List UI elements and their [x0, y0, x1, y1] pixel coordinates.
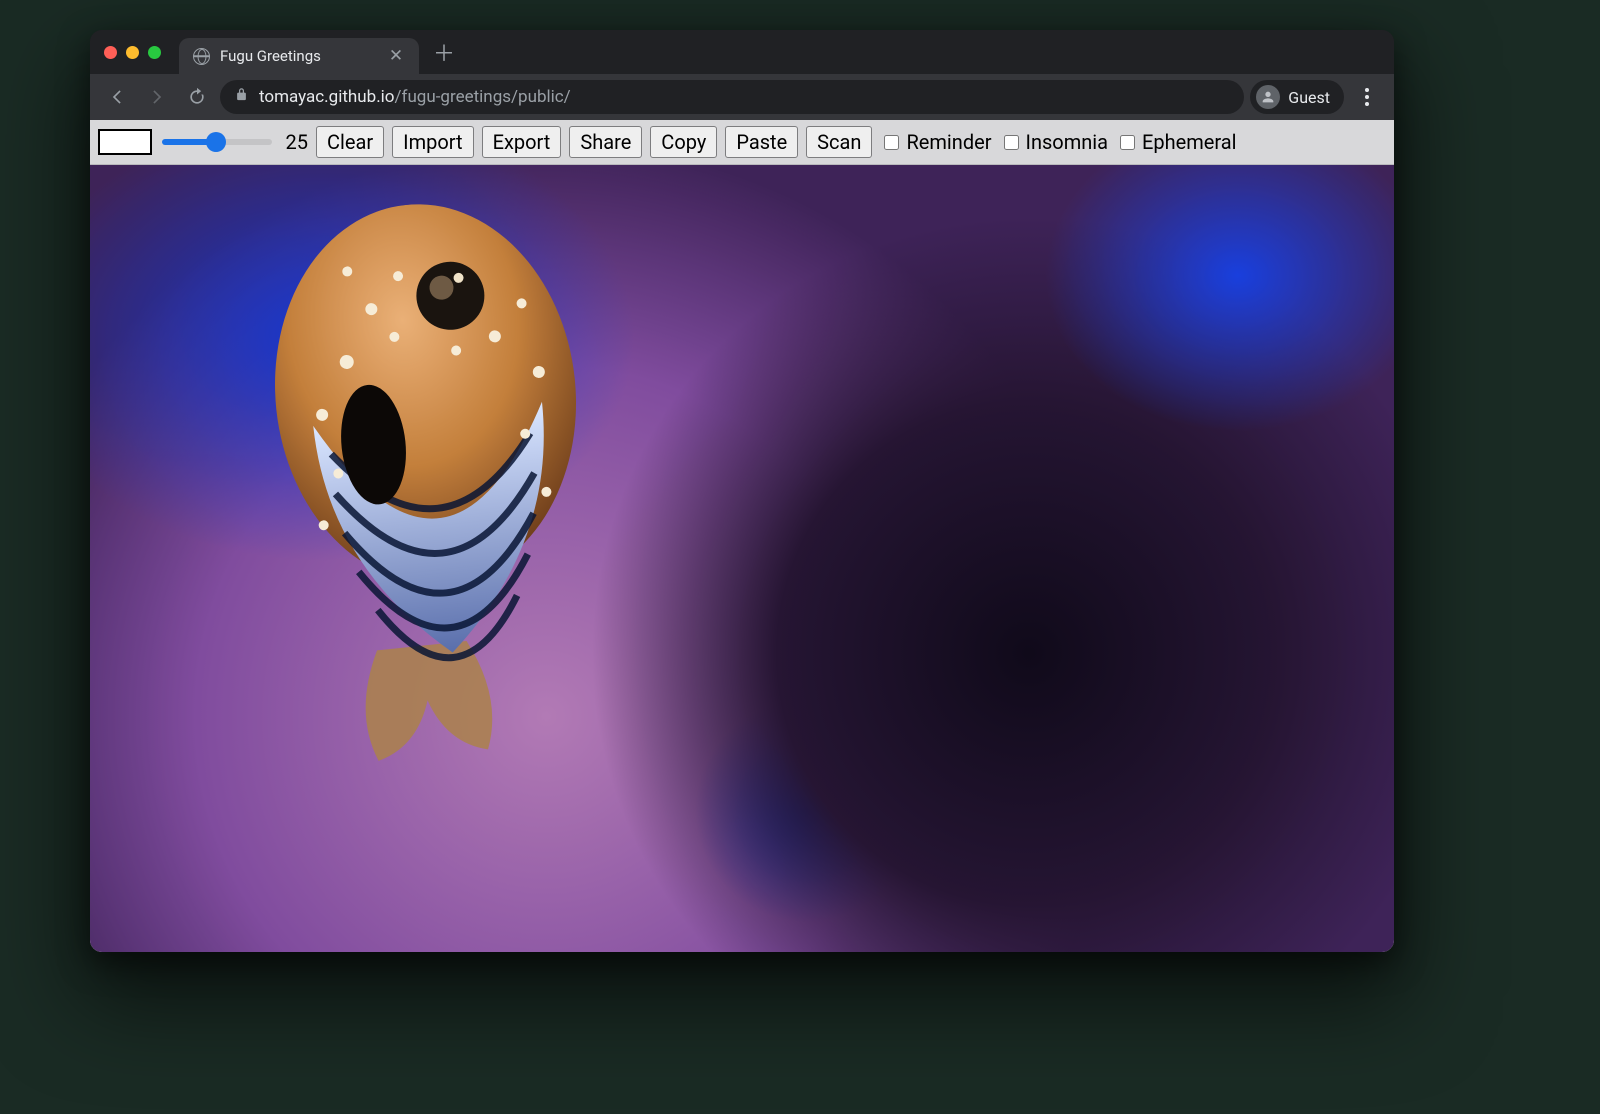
kebab-dot-icon: [1365, 102, 1369, 106]
pufferfish-image: [182, 185, 658, 786]
browser-window: Fugu Greetings ✕ ＋ tomayac.github.io/fug…: [90, 30, 1394, 952]
maximize-window-button[interactable]: [148, 46, 161, 59]
window-controls: [104, 30, 179, 74]
app-toolbar: 25 Clear Import Export Share Copy Paste …: [90, 120, 1394, 165]
color-picker[interactable]: [98, 129, 152, 155]
scan-button[interactable]: Scan: [806, 126, 872, 158]
url-host: tomayac.github.io: [259, 87, 395, 107]
arrow-right-icon: [147, 87, 167, 107]
tab-fugu-greetings[interactable]: Fugu Greetings ✕: [179, 38, 419, 74]
tab-title: Fugu Greetings: [220, 47, 321, 65]
kebab-dot-icon: [1365, 95, 1369, 99]
url-path: /fugu-greetings/public/: [395, 87, 571, 107]
kebab-dot-icon: [1365, 88, 1369, 92]
browser-toolbar: tomayac.github.io/fugu-greetings/public/…: [90, 74, 1394, 120]
lock-icon: [234, 87, 249, 107]
close-tab-icon[interactable]: ✕: [387, 46, 405, 66]
address-bar[interactable]: tomayac.github.io/fugu-greetings/public/: [220, 80, 1244, 114]
ephemeral-label: Ephemeral: [1142, 130, 1237, 154]
new-tab-button[interactable]: ＋: [419, 38, 469, 74]
tab-strip: Fugu Greetings ✕ ＋: [90, 30, 1394, 74]
clear-button[interactable]: Clear: [316, 126, 384, 158]
import-button[interactable]: Import: [392, 126, 473, 158]
url-text: tomayac.github.io/fugu-greetings/public/: [259, 87, 571, 107]
insomnia-label: Insomnia: [1026, 130, 1109, 154]
arrow-left-icon: [107, 87, 127, 107]
forward-button[interactable]: [140, 80, 174, 114]
profile-label: Guest: [1288, 88, 1330, 107]
browser-menu-button[interactable]: [1350, 80, 1384, 114]
copy-button[interactable]: Copy: [650, 126, 717, 158]
close-window-button[interactable]: [104, 46, 117, 59]
ephemeral-checkbox-input[interactable]: [1120, 135, 1135, 150]
brush-size-slider[interactable]: [162, 139, 272, 145]
reminder-label: Reminder: [906, 130, 991, 154]
profile-chip[interactable]: Guest: [1250, 80, 1344, 114]
insomnia-checkbox[interactable]: Insomnia: [1000, 130, 1109, 154]
page-content: 25 Clear Import Export Share Copy Paste …: [90, 120, 1394, 952]
share-button[interactable]: Share: [569, 126, 642, 158]
minimize-window-button[interactable]: [126, 46, 139, 59]
export-button[interactable]: Export: [482, 126, 562, 158]
reminder-checkbox[interactable]: Reminder: [880, 130, 991, 154]
reload-button[interactable]: [180, 80, 214, 114]
reload-icon: [187, 87, 207, 107]
reminder-checkbox-input[interactable]: [884, 135, 899, 150]
back-button[interactable]: [100, 80, 134, 114]
drawing-canvas[interactable]: [90, 165, 1394, 952]
paste-button[interactable]: Paste: [725, 126, 798, 158]
globe-icon: [193, 48, 210, 65]
ephemeral-checkbox[interactable]: Ephemeral: [1116, 130, 1237, 154]
brush-size-value: 25: [282, 130, 308, 154]
avatar-icon: [1256, 85, 1280, 109]
insomnia-checkbox-input[interactable]: [1004, 135, 1019, 150]
